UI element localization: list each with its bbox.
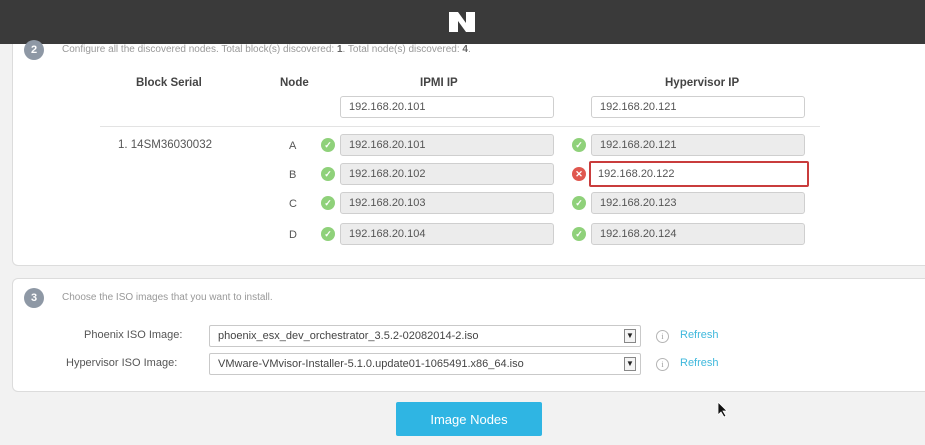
template-hypervisor-ip-input[interactable]: 192.168.20.121 bbox=[591, 96, 805, 118]
phoenix-refresh-link[interactable]: Refresh bbox=[680, 329, 719, 341]
node-label: A bbox=[289, 140, 297, 152]
ipmi-ip-input[interactable]: 192.168.20.101 bbox=[340, 134, 554, 156]
ipmi-ip-input[interactable]: 192.168.20.102 bbox=[340, 163, 554, 185]
info-icon[interactable]: i bbox=[656, 358, 669, 371]
block-serial: 1. 14SM36030032 bbox=[118, 139, 212, 151]
hypervisor-ok-icon: ✓ bbox=[572, 196, 586, 210]
hypervisor-ip-input[interactable]: 192.168.20.124 bbox=[591, 223, 805, 245]
ipmi-ip-input[interactable]: 192.168.20.103 bbox=[340, 192, 554, 214]
phoenix-iso-select[interactable]: phoenix_esx_dev_orchestrator_3.5.2-02082… bbox=[209, 325, 641, 347]
template-ipmi-ip-input[interactable]: 192.168.20.101 bbox=[340, 96, 554, 118]
ipmi-ok-icon: ✓ bbox=[321, 167, 335, 181]
hypervisor-ip-input[interactable]: 192.168.20.123 bbox=[591, 192, 805, 214]
chevron-down-icon[interactable]: ▼ bbox=[624, 357, 636, 371]
ipmi-ok-icon: ✓ bbox=[321, 138, 335, 152]
hypervisor-error-icon: ✕ bbox=[572, 167, 586, 181]
hypervisor-ok-icon: ✓ bbox=[572, 138, 586, 152]
image-nodes-button[interactable]: Image Nodes bbox=[396, 402, 542, 436]
header-hypervisor-ip: Hypervisor IP bbox=[665, 77, 740, 89]
hypervisor-ok-icon: ✓ bbox=[572, 227, 586, 241]
header-ipmi-ip: IPMI IP bbox=[420, 77, 458, 89]
ipmi-ok-icon: ✓ bbox=[321, 227, 335, 241]
chevron-down-icon[interactable]: ▼ bbox=[624, 329, 636, 343]
step-2-description: Configure all the discovered nodes. Tota… bbox=[62, 44, 471, 55]
hypervisor-refresh-link[interactable]: Refresh bbox=[680, 357, 719, 369]
step-2-badge: 2 bbox=[24, 40, 44, 60]
hypervisor-ip-input-error[interactable]: 192.168.20.122 bbox=[589, 161, 809, 187]
node-label: C bbox=[289, 198, 297, 210]
hypervisor-iso-label: Hypervisor ISO Image: bbox=[66, 357, 178, 369]
mouse-cursor-icon bbox=[718, 402, 728, 418]
info-icon[interactable]: i bbox=[656, 330, 669, 343]
step-3-badge: 3 bbox=[24, 288, 44, 308]
nutanix-logo-icon bbox=[449, 12, 475, 32]
hypervisor-ip-input[interactable]: 192.168.20.121 bbox=[591, 134, 805, 156]
divider bbox=[100, 126, 820, 127]
hypervisor-iso-select[interactable]: VMware-VMvisor-Installer-5.1.0.update01-… bbox=[209, 353, 641, 375]
node-label: D bbox=[289, 229, 297, 241]
step-3-description: Choose the ISO images that you want to i… bbox=[62, 292, 273, 303]
phoenix-iso-label: Phoenix ISO Image: bbox=[84, 329, 183, 341]
header-block-serial: Block Serial bbox=[136, 77, 202, 89]
node-label: B bbox=[289, 169, 297, 181]
top-bar bbox=[0, 0, 925, 44]
header-node: Node bbox=[280, 77, 309, 89]
ipmi-ip-input[interactable]: 192.168.20.104 bbox=[340, 223, 554, 245]
ipmi-ok-icon: ✓ bbox=[321, 196, 335, 210]
